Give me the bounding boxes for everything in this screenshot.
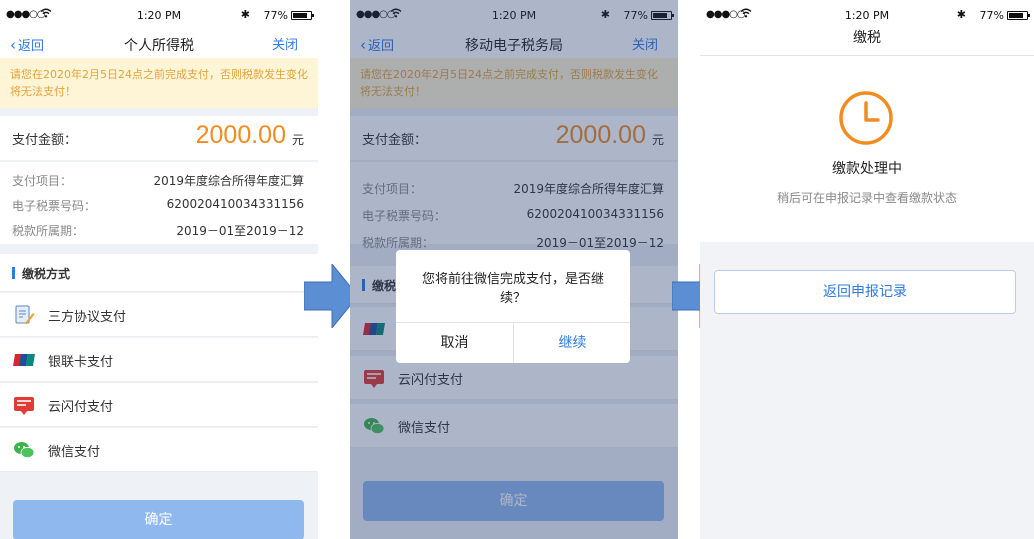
payment-method-quickpass[interactable]: 云闪付支付 (0, 383, 318, 427)
status-bar: ●●●○○ 1:20 PM ✱ 77% (0, 0, 318, 30)
screen-payment-confirm: ●●●○○ 1:20 PM ✱ 77% ‹ 返回 移动电子税务局 关闭 请您在20… (350, 0, 678, 539)
wechat-icon (14, 442, 35, 459)
continue-button[interactable]: 继续 (514, 323, 631, 363)
back-to-records-button[interactable]: 返回申报记录 (714, 270, 1016, 314)
confirm-button[interactable]: 确定 (13, 500, 304, 539)
screen-payment-processing: ●●●○○ 1:20 PM ✱ 77% 缴税 缴款处理中 稍后可在申报记录中查看… (700, 0, 1034, 539)
page-title: 缴税 (700, 26, 1034, 56)
agreement-icon (15, 305, 35, 325)
detail-row: 税款所属期： 2019－01至2019－12 (12, 218, 304, 242)
battery-icon (291, 11, 314, 20)
payment-deadline-notice: 请您在2020年2月5日24点之前完成支付，否则税款发生变化将无法支付！ (0, 58, 318, 108)
page-title: 个人所得税 (124, 38, 194, 54)
amount-value: 2000.00 (195, 121, 286, 149)
detail-row: 电子税票号码： 620020410034331156 (12, 193, 304, 217)
detail-key: 支付项目： (12, 174, 73, 188)
unionpay-icon (13, 354, 35, 366)
close-button[interactable]: 关闭 (272, 34, 298, 53)
status-bar: ●●●○○ 1:20 PM ✱ 77% (700, 0, 1034, 26)
payment-status-hint: 稍后可在申报记录中查看缴款状态 (776, 191, 957, 205)
amount-unit: 元 (291, 133, 304, 147)
payment-method-header: 缴税方式 (0, 254, 318, 292)
cancel-button[interactable]: 取消 (396, 323, 513, 363)
detail-key: 电子税票号码： (12, 199, 97, 213)
payment-details: 支付项目： 2019年度综合所得年度汇算 电子税票号码： 6200204100343… (0, 162, 318, 244)
battery-percent: 77% (263, 9, 288, 22)
quickpass-icon (14, 397, 34, 415)
wechat-confirm-dialog: 您将前往微信完成支付，是否继续？ 取消 继续 (396, 250, 630, 363)
screen-payment: ●●●○○ 1:20 PM ✱ 77% ‹ 返回 个人所得税 关闭 请您在2020… (0, 0, 318, 539)
clock-icon (839, 91, 893, 145)
amount-row: 支付金额： 2000.00 元 (0, 116, 318, 160)
detail-row: 支付项目： 2019年度综合所得年度汇算 (12, 168, 304, 192)
payment-method-agreement[interactable]: 三方协议支付 (0, 293, 318, 337)
payment-method-label: 云闪付支付 (48, 400, 114, 415)
amount-label: 支付金额： (12, 133, 78, 148)
payment-method-label: 微信支付 (48, 445, 101, 460)
battery-icon (1007, 11, 1030, 20)
detail-value: 620020410034331156 (166, 197, 304, 211)
payment-method-label: 银联卡支付 (48, 355, 114, 370)
nav-bar: ‹ 返回 个人所得税 关闭 (0, 30, 318, 58)
payment-status-panel: 缴款处理中 稍后可在申报记录中查看缴款状态 (700, 56, 1034, 242)
payment-method-unionpay[interactable]: 银联卡支付 (0, 338, 318, 382)
payment-status-text: 缴款处理中 (832, 161, 902, 177)
detail-value: 2019年度综合所得年度汇算 (153, 174, 304, 188)
payment-method-label: 三方协议支付 (48, 310, 127, 325)
section-marker (12, 267, 15, 279)
dialog-message: 您将前往微信完成支付，是否继续？ (421, 272, 604, 306)
detail-value: 2019－01至2019－12 (176, 224, 304, 238)
bluetooth-icon: ✱ (956, 8, 966, 21)
detail-key: 税款所属期： (12, 224, 85, 238)
battery-percent: 77% (979, 9, 1004, 22)
section-title: 缴税方式 (22, 267, 71, 281)
bluetooth-icon: ✱ (240, 8, 250, 21)
payment-method-wechat[interactable]: 微信支付 (0, 428, 318, 472)
